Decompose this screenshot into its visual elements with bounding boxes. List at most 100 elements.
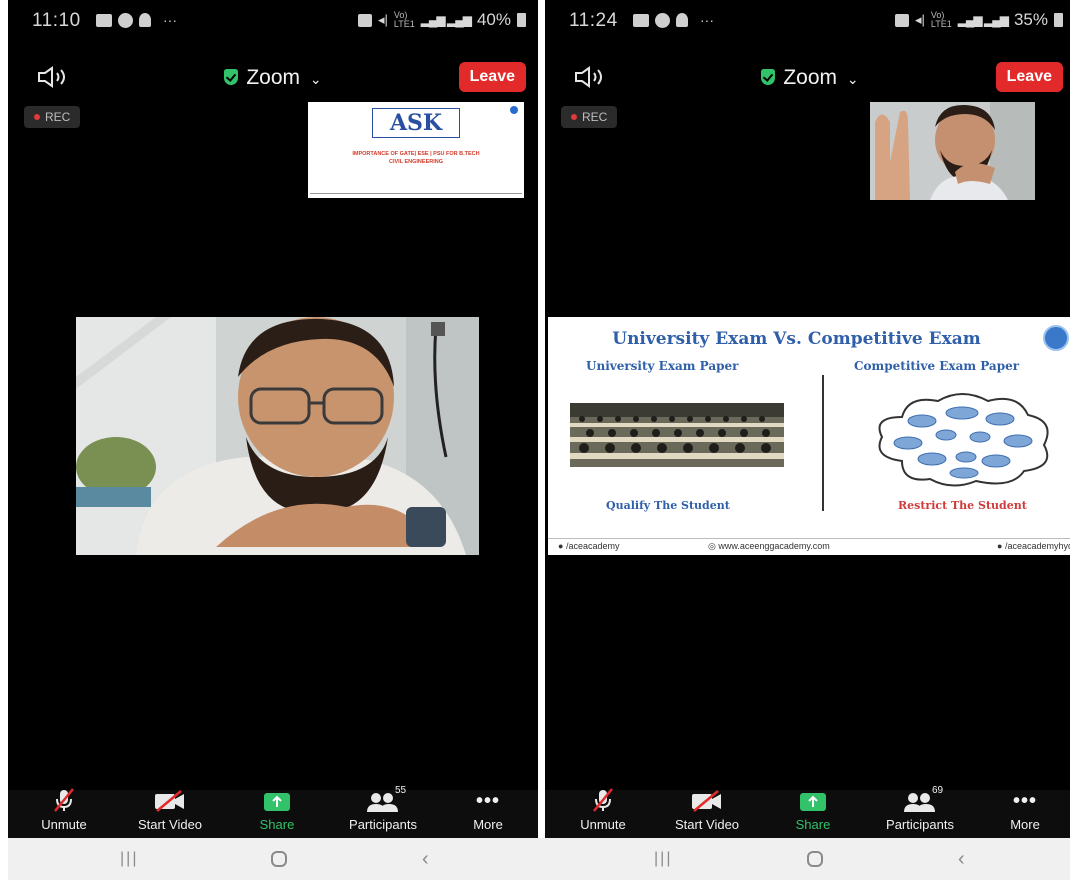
leave-button[interactable]: Leave [458,62,526,92]
status-right: ◂| Vo) LTE1 ▂▄▆ ▂▄▆ 35% [894,10,1063,30]
footer-center-text: www.aceenggacademy.com [718,541,830,551]
meeting-toolbar: Unmute Start Video Share 69 Participants… [545,785,1070,838]
status-bar: 11:24 ··· ◂| Vo) LTE1 ▂▄▆ ▂▄▆ 35% [545,8,1070,34]
zoom-screen-right: 11:24 ··· ◂| Vo) LTE1 ▂▄▆ ▂▄▆ 35% Zoom ⌄ … [545,0,1070,838]
record-status-icon [655,12,670,28]
participants-icon: 69 [870,785,970,813]
shared-slide-thumbnail[interactable]: ASK IMPORTANCE OF GATE| ESE | PSU FOR B.… [308,102,524,198]
recording-badge: REC [561,106,618,128]
status-right: ◂| Vo) LTE1 ▂▄▆ ▂▄▆ 40% [357,10,526,30]
chevron-down-icon: ⌄ [309,71,322,87]
slide-title: University Exam Vs. Competitive Exam [612,329,981,349]
mic-muted-icon [14,787,114,813]
participants-icon: 55 [333,785,433,813]
participants-count: 69 [932,785,944,796]
meeting-title-label: Zoom [783,66,838,89]
status-time: 11:24 [569,10,618,31]
back-icon[interactable]: ‹ [422,848,429,871]
start-video-label: Start Video [674,817,740,832]
signal-icon: ▂▄▆ ▂▄▆ [420,13,472,27]
leave-button[interactable]: Leave [995,62,1063,92]
meeting-top-bar: Zoom ⌄ Leave [545,60,1070,94]
battery-percent: 40% [476,10,511,29]
thumb-line-1: IMPORTANCE OF GATE| ESE | PSU FOR B.TECH [352,151,480,157]
slide-left-heading: University Exam Paper [586,359,739,373]
speaker-video-image [76,317,479,555]
footer-facebook: ● /aceacademy [558,541,620,551]
recents-icon[interactable]: ||| [654,850,672,868]
more-button[interactable]: ••• More [975,787,1070,832]
location-icon [139,13,151,27]
more-icon: ••• [1012,790,1037,812]
alarm-icon [894,13,909,27]
shield-icon [224,69,239,85]
speaker-video-thumbnail[interactable] [870,102,1035,200]
location-icon [676,13,688,27]
home-icon[interactable] [806,850,824,874]
meeting-top-bar: Zoom ⌄ Leave [8,60,538,94]
slide-footer: ● /aceacademy ◎ www.aceenggacademy.com ●… [548,538,1070,555]
more-icon: ••• [475,790,500,812]
rec-label: REC [582,110,608,124]
unmute-button[interactable]: Unmute [14,787,114,832]
share-icon [227,787,327,813]
academy-logo-icon [1043,325,1069,351]
shield-icon [761,69,776,85]
meeting-title-label: Zoom [246,66,301,89]
participants-label: Participants [349,817,417,832]
slide-left-caption: Qualify The Student [606,499,730,512]
video-off-icon [657,787,757,813]
competitive-exam-cloud-image [872,391,1056,491]
share-button[interactable]: Share [763,787,863,832]
participants-button[interactable]: 69 Participants [870,785,970,832]
signal-icon: ▂▄▆ ▂▄▆ [957,13,1009,27]
network-icon: Vo) LTE1 [393,10,415,29]
thumb-line-2: CIVIL ENGINEERING [389,159,443,165]
more-label: More [1010,817,1040,832]
mic-muted-icon [553,787,653,813]
battery-percent: 35% [1013,10,1048,29]
unmute-label: Unmute [580,817,626,832]
slide-right-caption: Restrict The Student [898,499,1027,512]
android-nav-bar: ||| ‹ ||| ‹ [8,838,1070,880]
status-icons: ··· [96,12,177,28]
slide-right-heading: Competitive Exam Paper [854,359,1020,373]
network-icon: Vo) LTE1 [930,10,952,29]
status-more: ··· [163,12,177,28]
status-more: ··· [700,12,714,28]
footer-website: ◎ www.aceenggacademy.com [708,541,830,551]
share-button[interactable]: Share [227,787,327,832]
more-button[interactable]: ••• More [438,787,538,832]
battery-icon [1054,13,1063,27]
video-off-icon [120,787,220,813]
main-video-feed[interactable] [76,317,479,555]
recents-icon[interactable]: ||| [120,850,138,868]
participants-button[interactable]: 55 Participants [333,785,433,832]
status-time: 11:10 [32,10,81,31]
share-icon [763,787,863,813]
home-icon[interactable] [270,850,288,874]
start-video-label: Start Video [137,817,203,832]
zoom-screen-left: 11:10 ··· ◂| Vo) LTE1 ▂▄▆ ▂▄▆ 40% Zoom ⌄ … [8,0,538,838]
gallery-icon [633,13,649,27]
thumb-footer-line [310,193,522,194]
mute-icon: ◂| [914,12,925,27]
recording-badge: REC [24,106,81,128]
back-icon[interactable]: ‹ [958,848,965,871]
alarm-icon [357,13,372,27]
shared-slide[interactable]: University Exam Vs. Competitive Exam Uni… [548,317,1070,555]
unmute-button[interactable]: Unmute [553,787,653,832]
meeting-toolbar: Unmute Start Video Share 55 Participants… [8,785,538,838]
ask-logo: ASK [372,108,460,138]
unmute-label: Unmute [41,817,87,832]
gallery-icon [96,13,112,27]
thumb-slide-text: IMPORTANCE OF GATE| ESE | PSU FOR B.TECH… [312,150,520,166]
battery-icon [517,13,526,27]
watermark-dot [510,106,518,114]
meeting-title[interactable]: Zoom ⌄ [545,66,1070,90]
rec-label: REC [45,110,71,124]
ask-logo-text: ASK [389,110,443,136]
start-video-button[interactable]: Start Video [120,787,220,832]
mute-icon: ◂| [377,12,388,27]
start-video-button[interactable]: Start Video [657,787,757,832]
